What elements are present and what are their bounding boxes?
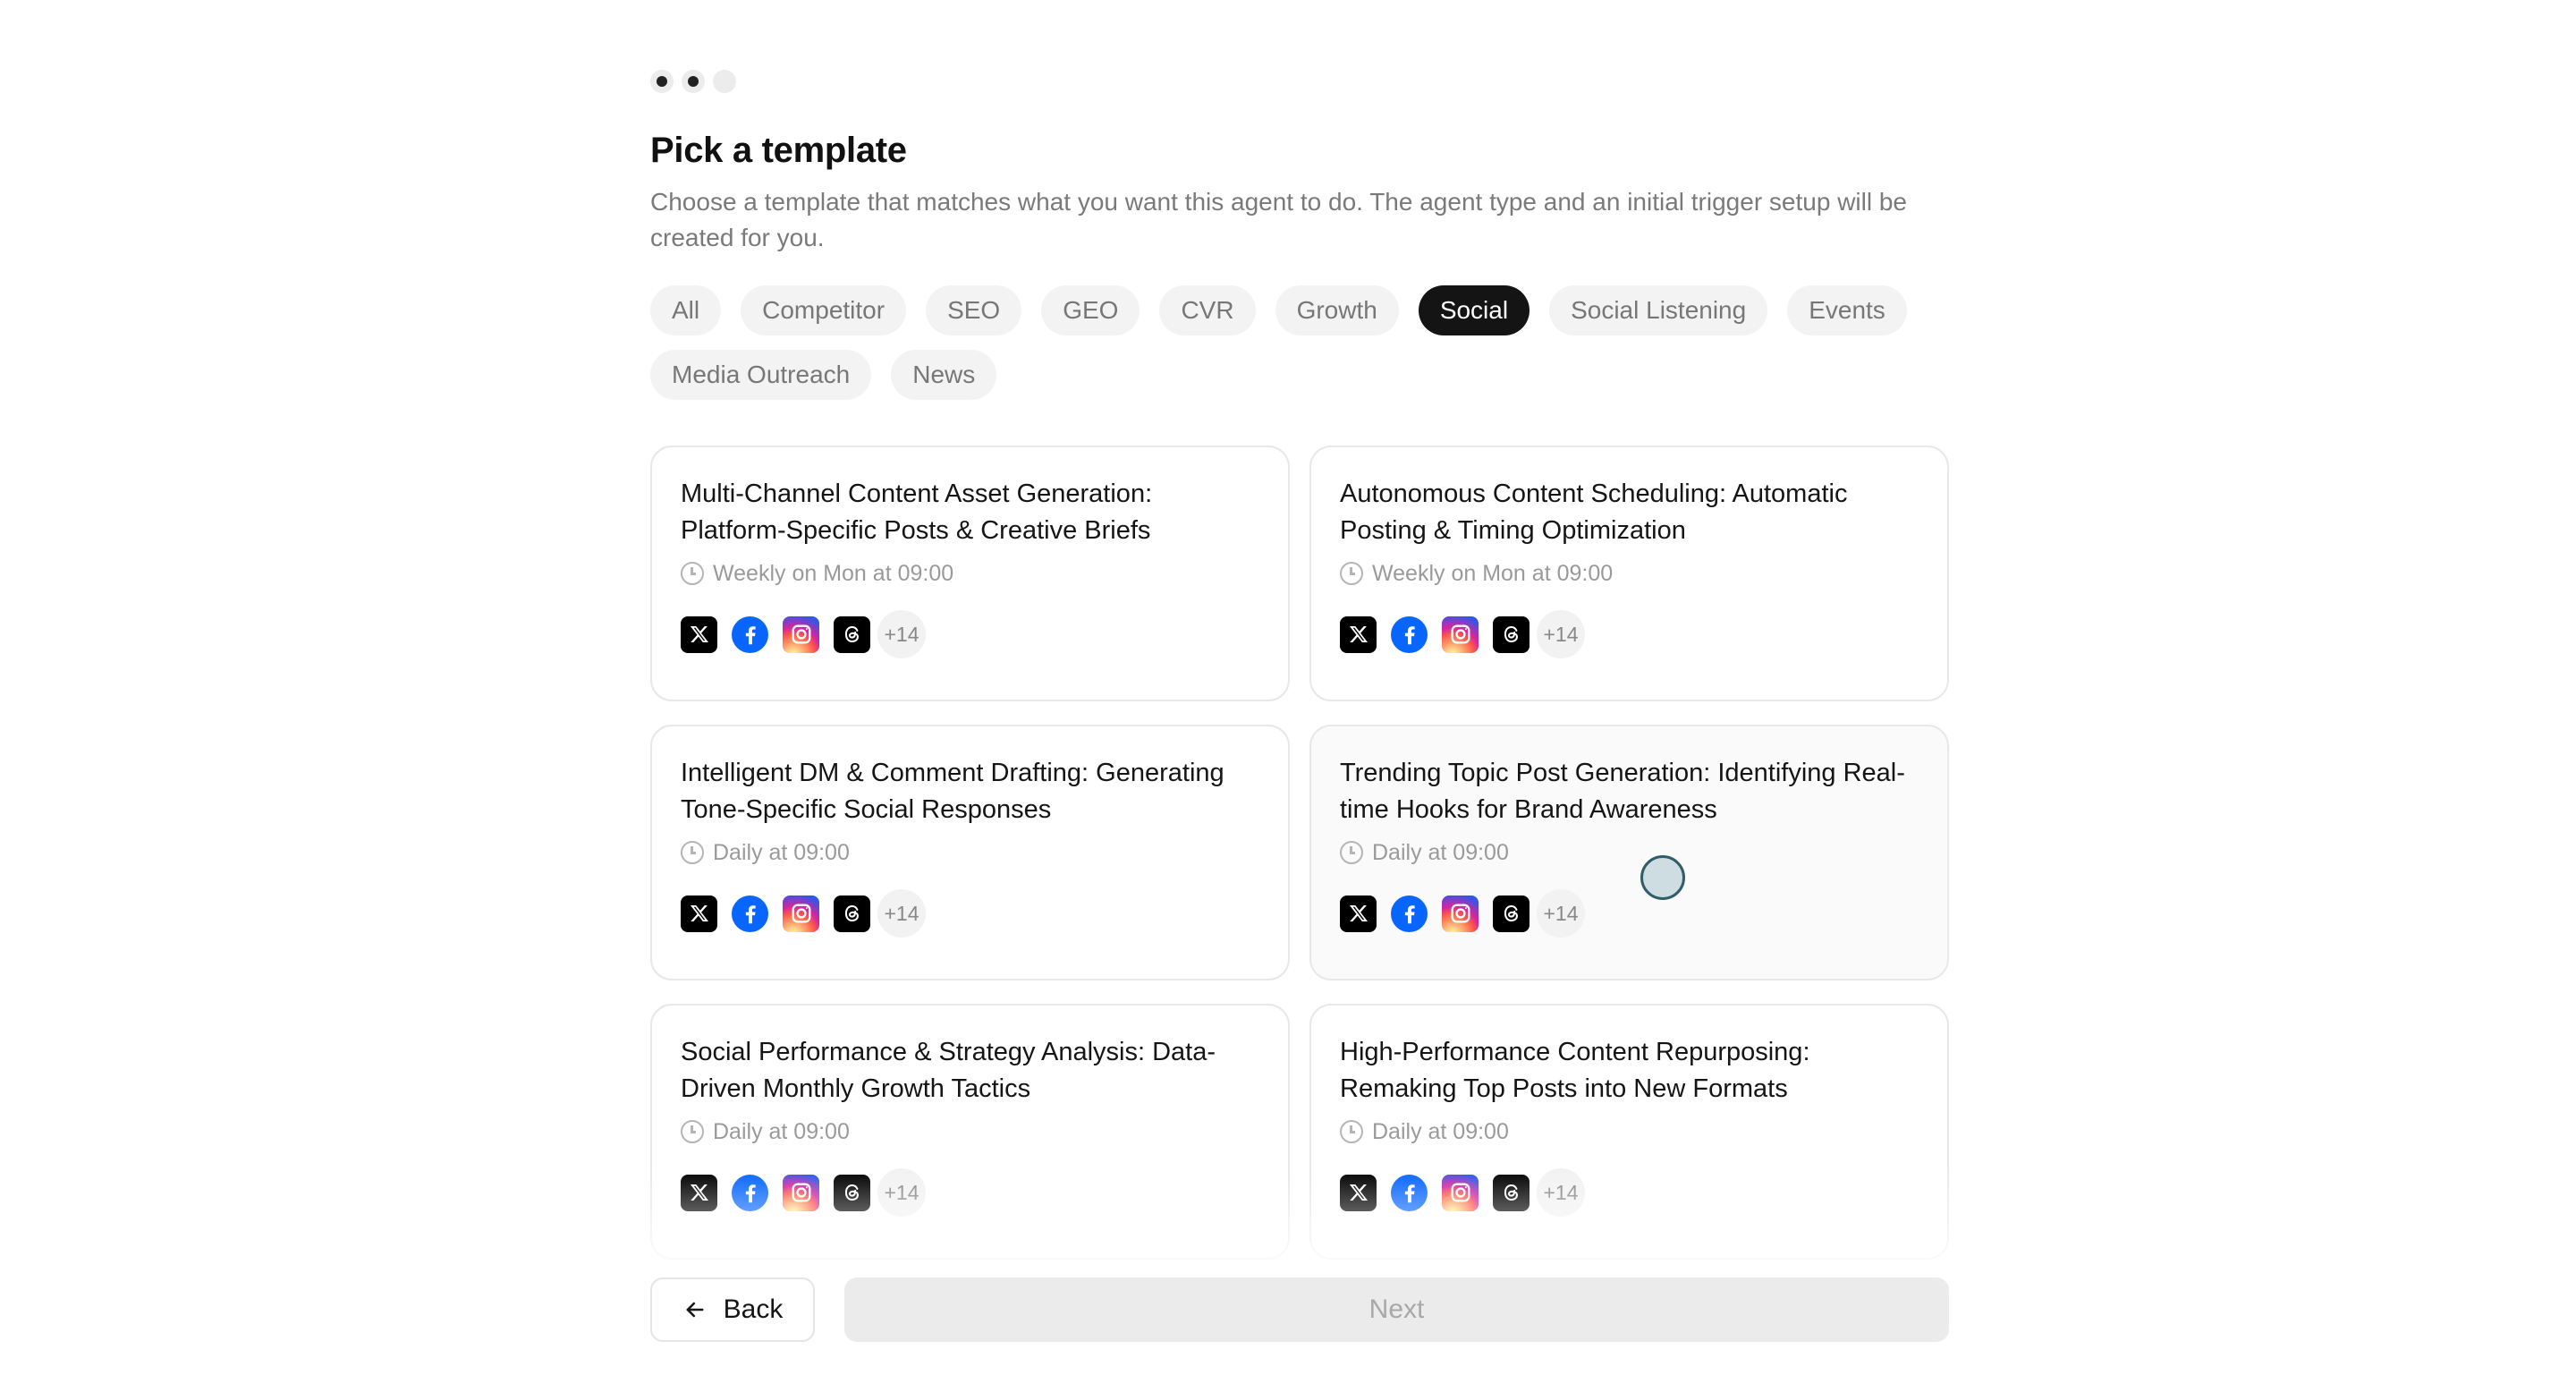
template-title: Social Performance & Strategy Analysis: … <box>681 1038 1216 1103</box>
x-icon <box>681 615 717 653</box>
template-title: Trending Topic Post Generation: Identify… <box>1340 759 1905 824</box>
schedule-text: Weekly on Mon at 09:00 <box>713 560 954 586</box>
platform-icons: +14 <box>1340 1168 1919 1217</box>
facebook-icon <box>732 895 768 932</box>
filter-chip-news[interactable]: News <box>891 350 997 400</box>
schedule-text: Daily at 09:00 <box>1372 1118 1509 1144</box>
facebook-icon <box>1391 1174 1428 1211</box>
filter-chip-events[interactable]: Events <box>1787 285 1907 335</box>
template-schedule: Daily at 09:00 <box>1340 1118 1919 1145</box>
page-description: Choose a template that matches what you … <box>650 188 1908 251</box>
facebook-icon <box>732 1174 768 1211</box>
filter-chip-growth[interactable]: Growth <box>1275 285 1399 335</box>
platform-icons: +14 <box>1340 889 1919 938</box>
filter-chip-cvr[interactable]: CVR <box>1159 285 1256 335</box>
next-button[interactable]: Next <box>844 1277 1949 1342</box>
schedule-text: Daily at 09:00 <box>713 839 850 865</box>
threads-icon <box>1493 895 1530 932</box>
more-platforms-badge: +14 <box>877 1168 926 1217</box>
instagram-icon <box>1442 615 1479 653</box>
template-title: Autonomous Content Scheduling: Automatic… <box>1340 480 1848 545</box>
template-title: Multi-Channel Content Asset Generation: … <box>681 480 1153 545</box>
x-icon <box>1340 1174 1377 1211</box>
instagram-icon <box>1442 1174 1479 1211</box>
category-filter: All Competitor SEO GEO CVR Growth Social… <box>650 285 1949 400</box>
template-schedule: Daily at 09:00 <box>1340 839 1919 866</box>
x-icon <box>1340 615 1377 653</box>
wizard-footer: Back Next <box>650 1277 1949 1342</box>
template-title: Intelligent DM & Comment Drafting: Gener… <box>681 759 1224 824</box>
threads-icon <box>1493 615 1530 653</box>
template-card[interactable]: Social Performance & Strategy Analysis: … <box>650 1004 1290 1260</box>
template-card[interactable]: Intelligent DM & Comment Drafting: Gener… <box>650 725 1290 980</box>
instagram-icon <box>783 895 819 932</box>
filter-chip-media-outreach[interactable]: Media Outreach <box>650 350 872 400</box>
clock-icon <box>1340 841 1363 864</box>
instagram-icon <box>783 615 819 653</box>
back-button[interactable]: Back <box>650 1277 815 1342</box>
filter-chip-social[interactable]: Social <box>1418 285 1530 335</box>
step-dot-1 <box>650 70 674 93</box>
more-platforms-badge: +14 <box>877 889 926 938</box>
cursor-indicator <box>1640 855 1685 900</box>
schedule-text: Daily at 09:00 <box>713 1118 850 1144</box>
platform-icons: +14 <box>1340 610 1919 658</box>
filter-chip-competitor[interactable]: Competitor <box>741 285 907 335</box>
threads-icon <box>1493 1174 1530 1211</box>
facebook-icon <box>1391 615 1428 653</box>
more-platforms-badge: +14 <box>1537 610 1585 658</box>
more-platforms-badge: +14 <box>1537 889 1585 938</box>
step-dot-3 <box>713 70 736 93</box>
more-platforms-badge: +14 <box>877 610 926 658</box>
template-card[interactable]: Multi-Channel Content Asset Generation: … <box>650 446 1290 701</box>
template-card[interactable]: High-Performance Content Repurposing: Re… <box>1309 1004 1949 1260</box>
filter-chip-all[interactable]: All <box>650 285 722 335</box>
step-indicator <box>650 68 1949 95</box>
threads-icon <box>834 615 870 653</box>
filter-chip-geo[interactable]: GEO <box>1041 285 1140 335</box>
facebook-icon <box>1391 895 1428 932</box>
clock-icon <box>681 562 704 585</box>
instagram-icon <box>1442 895 1479 932</box>
instagram-icon <box>783 1174 819 1211</box>
x-icon <box>681 1174 717 1211</box>
template-title: High-Performance Content Repurposing: Re… <box>1340 1038 1810 1103</box>
template-schedule: Daily at 09:00 <box>681 1118 1259 1145</box>
filter-chip-seo[interactable]: SEO <box>926 285 1022 335</box>
template-picker: Pick a template Choose a template that m… <box>650 68 1949 1260</box>
x-icon <box>681 895 717 932</box>
page-title: Pick a template <box>650 131 907 170</box>
clock-icon <box>1340 1120 1363 1143</box>
template-list[interactable]: Multi-Channel Content Asset Generation: … <box>650 446 1949 1282</box>
platform-icons: +14 <box>681 610 1259 658</box>
threads-icon <box>834 1174 870 1211</box>
step-dot-2 <box>682 70 705 93</box>
facebook-icon <box>732 615 768 653</box>
x-icon <box>1340 895 1377 932</box>
threads-icon <box>834 895 870 932</box>
arrow-left-icon <box>686 1302 704 1318</box>
template-schedule: Weekly on Mon at 09:00 <box>1340 560 1919 587</box>
clock-icon <box>1340 562 1363 585</box>
platform-icons: +14 <box>681 1168 1259 1217</box>
template-card[interactable]: Autonomous Content Scheduling: Automatic… <box>1309 446 1949 701</box>
template-schedule: Weekly on Mon at 09:00 <box>681 560 1259 587</box>
schedule-text: Weekly on Mon at 09:00 <box>1372 560 1614 586</box>
clock-icon <box>681 1120 704 1143</box>
filter-chip-social-listening[interactable]: Social Listening <box>1549 285 1768 335</box>
template-schedule: Daily at 09:00 <box>681 839 1259 866</box>
template-card[interactable]: Trending Topic Post Generation: Identify… <box>1309 725 1949 980</box>
platform-icons: +14 <box>681 889 1259 938</box>
more-platforms-badge: +14 <box>1537 1168 1585 1217</box>
template-grid: Multi-Channel Content Asset Generation: … <box>650 446 1949 1260</box>
clock-icon <box>681 841 704 864</box>
schedule-text: Daily at 09:00 <box>1372 839 1509 865</box>
back-label: Back <box>723 1294 784 1324</box>
